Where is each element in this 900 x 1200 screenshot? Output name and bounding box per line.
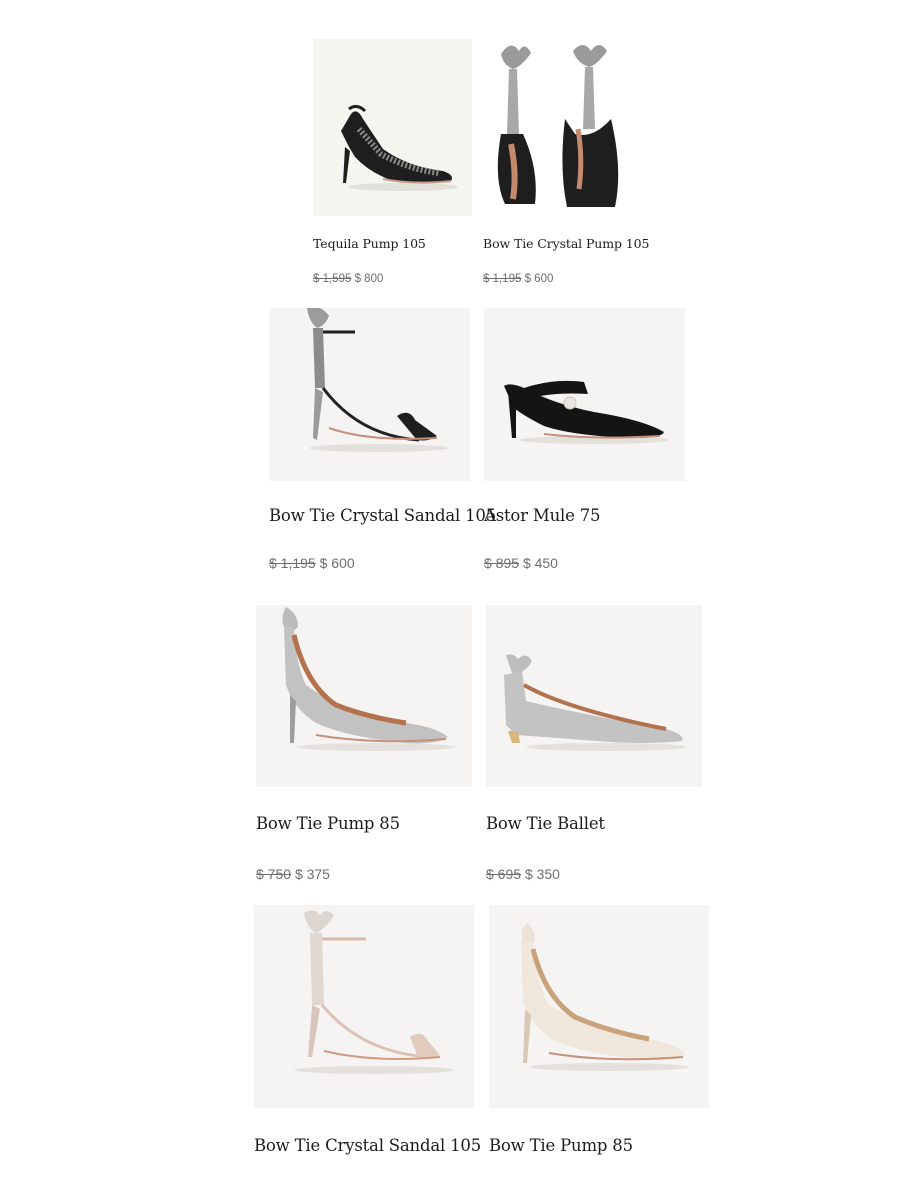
product-image[interactable] [483,39,642,216]
original-price: $ 1,195 [483,273,522,285]
black-sandal-crystal-bow-image [307,308,449,452]
product-name[interactable]: Bow Tie Pump 85 [256,814,400,833]
product-name[interactable]: Astor Mule 75 [484,506,600,525]
sale-price: $ 450 [522,555,558,571]
black-velvet-mule-pearl-image [504,380,669,444]
original-price: $ 1,595 [313,273,352,285]
product-image[interactable] [484,308,685,481]
original-price: $ 750 [256,866,292,882]
product-name[interactable]: Bow Tie Crystal Pump 105 [483,236,649,251]
sale-price: $ 600 [319,555,355,571]
cream-bow-pump-image [521,923,689,1071]
product-price: $ 1,195 $ 600 [483,273,553,285]
product-price: $ 1,595 $ 800 [313,273,383,285]
product-image[interactable] [489,905,709,1108]
grey-suede-bow-flat-image [504,654,686,751]
product-name[interactable]: Bow Tie Crystal Sandal 105 [269,506,496,525]
product-price: $ 750 $ 375 [256,866,330,882]
black-crystal-slingback-pump-image [341,104,458,191]
original-price: $ 695 [486,866,522,882]
product-name[interactable]: Bow Tie Ballet [486,814,605,833]
product-image[interactable] [254,905,474,1108]
product-image[interactable] [269,308,470,481]
grey-suede-bow-pump-image [282,607,456,751]
product-price: $ 695 $ 350 [486,866,560,882]
sale-price: $ 350 [524,866,560,882]
original-price: $ 1,195 [269,555,316,571]
product-image[interactable] [256,605,472,787]
sale-price: $ 375 [294,866,330,882]
sale-price: $ 600 [524,273,554,285]
sale-price: $ 800 [354,273,384,285]
product-price: $ 1,195 $ 600 [269,555,355,571]
original-price: $ 895 [484,555,520,571]
product-image[interactable] [313,39,472,216]
black-pump-pair-crystal-bow-image [497,45,619,207]
product-image[interactable] [486,605,702,787]
product-name[interactable]: Tequila Pump 105 [313,236,426,251]
product-name[interactable]: Bow Tie Pump 85 [489,1136,633,1155]
product-price: $ 895 $ 450 [484,555,558,571]
nude-satin-bow-sandal-image [294,910,454,1074]
product-name[interactable]: Bow Tie Crystal Sandal 105 [254,1136,481,1155]
